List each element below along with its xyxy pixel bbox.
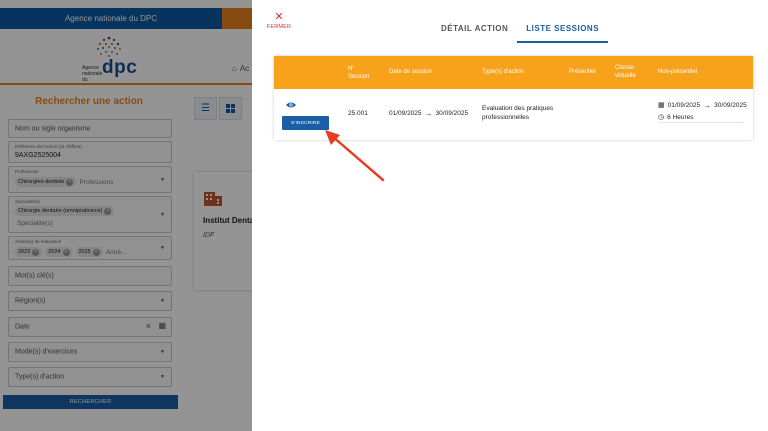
close-icon: ✕ [274,11,284,23]
session-date-end: 30/09/2025 [435,110,469,117]
arrow-right-icon: → [424,108,433,118]
np-date-end: 30/09/2025 [714,102,747,109]
header-date: Date de session [389,69,433,75]
session-date-start: 01/09/2025 [389,110,422,117]
session-number: 25.001 [348,110,368,117]
drawer-tabs: DÉTAIL ACTION LISTE SESSIONS [432,14,609,43]
header-classe-line1: Classe- [615,65,636,71]
table-header: N° Session Date de session Type(s) d'act… [274,56,753,89]
header-classe-virtuelle: Classe- virtuelle [615,64,636,80]
session-type-line1: Evaluation des pratiques [482,105,554,112]
arrow-right-icon: → [703,100,712,110]
close-label: FERMER [266,24,292,30]
tab-liste-sessions[interactable]: LISTE SESSIONS [517,14,609,43]
header-session-line2: Session [348,74,370,80]
header-session: N° Session [348,65,369,81]
np-duration: ◷ 6 Heures [658,113,693,122]
session-type-line2: professionnelles [482,114,529,121]
modal-backdrop[interactable] [0,0,252,431]
np-duration-value: 6 Heures [667,114,694,121]
sessions-drawer: ✕ FERMER DÉTAIL ACTION LISTE SESSIONS N°… [252,0,768,431]
header-presentiel: Présentiel [569,69,596,75]
np-dates: ▦ 01/09/2025 → 30/09/2025 [658,101,747,110]
annotation-arrow-icon [325,130,385,182]
clock-icon: ◷ [658,114,665,121]
np-divider [658,122,743,123]
eye-icon[interactable] [286,101,296,109]
session-type: Evaluation des pratiques professionnelle… [482,104,553,122]
header-types: Type(s) d'action [482,69,525,75]
close-button[interactable]: ✕ FERMER [266,11,292,31]
header-classe-line2: virtuelle [615,73,636,79]
header-non-presentiel: Non-présentiel [658,69,698,75]
tab-detail-action[interactable]: DÉTAIL ACTION [432,14,517,43]
np-date-start: 01/09/2025 [667,102,701,109]
header-session-line1: N° [348,66,355,72]
calendar-icon: ▦ [658,102,665,109]
session-date: 01/09/2025 → 30/09/2025 [389,109,468,118]
